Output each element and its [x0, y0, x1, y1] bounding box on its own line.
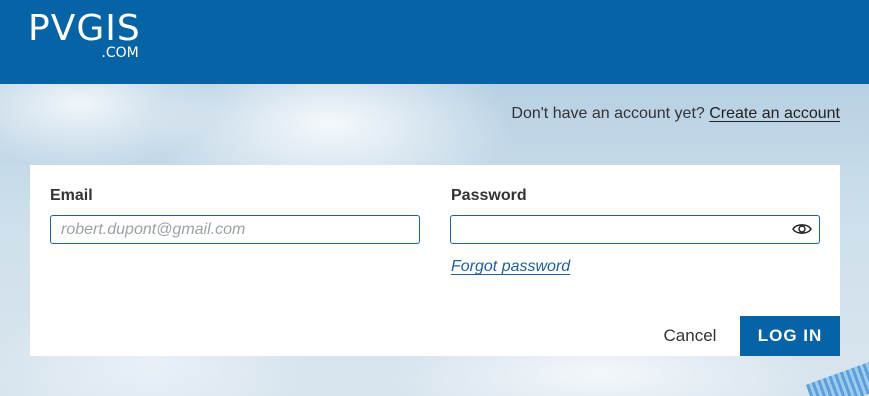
- create-account-link[interactable]: Create an account: [709, 105, 840, 122]
- email-input[interactable]: [50, 215, 420, 244]
- eye-icon[interactable]: [792, 221, 812, 237]
- logo[interactable]: PVGIS .COM: [28, 8, 141, 60]
- forgot-password-link[interactable]: Forgot password: [451, 258, 570, 276]
- solar-panel-decoration: [805, 360, 869, 396]
- login-button[interactable]: LOG IN: [740, 316, 840, 356]
- signup-row: Don't have an account yet? Create an acc…: [511, 105, 840, 123]
- password-label: Password: [451, 187, 527, 204]
- cancel-button[interactable]: Cancel: [650, 316, 730, 356]
- login-form: Email Password Forgot password Cancel LO…: [30, 165, 840, 356]
- password-input[interactable]: [450, 215, 820, 244]
- email-label: Email: [50, 187, 93, 204]
- top-header: PVGIS .COM: [0, 0, 869, 84]
- logo-main-text: PVGIS: [28, 8, 141, 49]
- signup-prompt: Don't have an account yet?: [511, 105, 705, 122]
